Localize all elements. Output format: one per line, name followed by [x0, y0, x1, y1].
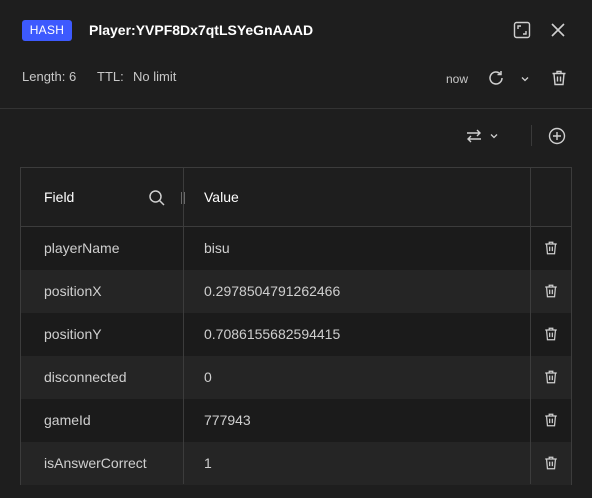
close-icon — [551, 23, 565, 37]
toolbar-divider — [531, 125, 532, 146]
delete-field-button[interactable] — [540, 280, 562, 302]
trash-icon — [545, 413, 557, 427]
table-row[interactable]: positionX 0.2978504791262466 — [21, 270, 571, 313]
trash-icon — [545, 370, 557, 384]
field-name-cell: disconnected — [44, 369, 127, 385]
search-field-button[interactable] — [145, 186, 169, 210]
field-name-cell: gameId — [44, 412, 91, 428]
last-refresh-time: now — [446, 72, 469, 86]
delete-field-button[interactable] — [540, 323, 562, 345]
column-header-field: Field — [44, 189, 75, 205]
trash-icon — [545, 284, 557, 298]
field-name-cell: positionY — [44, 326, 102, 342]
refresh-button[interactable] — [484, 66, 508, 90]
table-row[interactable]: positionY 0.7086155682594415 — [21, 313, 571, 356]
trash-icon — [552, 70, 566, 86]
field-value-cell[interactable]: 0 — [204, 356, 212, 399]
header-divider — [0, 108, 592, 109]
field-name-cell: isAnswerCorrect — [44, 455, 147, 471]
delete-field-button[interactable] — [540, 237, 562, 259]
fullscreen-button[interactable] — [510, 18, 534, 42]
key-length: Length: 6 — [22, 69, 77, 84]
table-row[interactable]: isAnswerCorrect 1 — [21, 442, 571, 485]
ttl-value[interactable]: No limit — [133, 68, 176, 86]
trash-icon — [545, 241, 557, 255]
delete-field-button[interactable] — [540, 409, 562, 431]
search-icon — [149, 190, 165, 206]
swap-arrows-icon — [467, 129, 481, 143]
delete-field-button[interactable] — [540, 366, 562, 388]
table-header: Field Value — [21, 168, 571, 227]
chevron-down-icon — [521, 77, 529, 82]
column-header-value: Value — [204, 189, 239, 205]
column-divider — [183, 168, 184, 484]
field-value-cell[interactable]: 0.2978504791262466 — [204, 270, 340, 313]
key-type-badge: HASH — [22, 20, 72, 41]
close-button[interactable] — [546, 18, 570, 42]
trash-icon — [545, 456, 557, 470]
field-value-cell[interactable]: 777943 — [204, 399, 251, 442]
hash-fields-table: Field Value playerName bisu positionX 0.297… — [20, 167, 572, 485]
table-row[interactable]: playerName bisu — [21, 227, 571, 270]
key-name[interactable]: Player:YVPF8Dx7qtLSYeGnAAAD — [89, 20, 313, 41]
field-name-cell: positionX — [44, 283, 102, 299]
chevron-down-icon — [490, 134, 498, 139]
auto-refresh-dropdown[interactable] — [516, 70, 534, 88]
key-details-panel: HASH Player:YVPF8Dx7qtLSYeGnAAAD Length:… — [0, 0, 592, 498]
table-row[interactable]: gameId 777943 — [21, 399, 571, 442]
refresh-icon — [489, 71, 503, 85]
plus-circle-icon — [548, 127, 566, 145]
field-value-cell[interactable]: bisu — [204, 227, 230, 270]
add-field-button[interactable] — [545, 124, 569, 148]
ttl-label: TTL: — [97, 69, 124, 84]
fullscreen-icon — [513, 21, 531, 39]
key-header: HASH Player:YVPF8Dx7qtLSYeGnAAAD Length:… — [0, 0, 592, 108]
table-row[interactable]: disconnected 0 — [21, 356, 571, 399]
format-dropdown-button[interactable] — [462, 124, 502, 148]
delete-key-button[interactable] — [547, 66, 571, 90]
column-divider — [530, 168, 531, 484]
delete-field-button[interactable] — [540, 452, 562, 474]
trash-icon — [545, 327, 557, 341]
field-value-cell[interactable]: 1 — [204, 442, 212, 485]
field-value-cell[interactable]: 0.7086155682594415 — [204, 313, 340, 356]
field-name-cell: playerName — [44, 240, 120, 256]
